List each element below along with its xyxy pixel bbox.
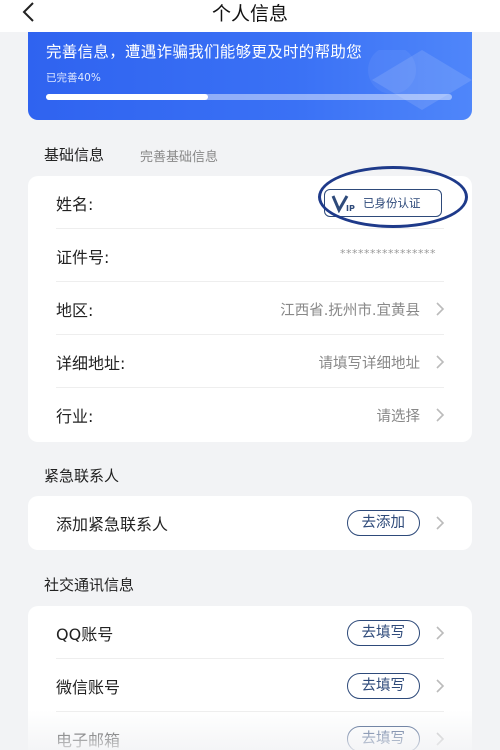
emergency-card: 添加紧急联系人 去添加 bbox=[28, 496, 472, 550]
fill-qq-button[interactable]: 去填写 bbox=[346, 620, 420, 646]
chevron-right-icon[interactable] bbox=[434, 678, 446, 694]
chevron-right-icon[interactable] bbox=[434, 407, 446, 423]
address-input[interactable]: 请填写详细地址 bbox=[319, 352, 421, 373]
id-row: 证件号: **************** bbox=[28, 229, 472, 282]
section-title-basic: 基础信息 bbox=[44, 146, 105, 164]
chevron-right-icon[interactable] bbox=[434, 301, 446, 317]
highlight-annotation bbox=[318, 166, 468, 228]
region-row[interactable]: 地区: 江西省.抚州市.宜黄县 bbox=[28, 282, 472, 335]
email-row[interactable]: 电子邮箱 去填写 bbox=[28, 712, 472, 750]
fill-wechat-button[interactable]: 去填写 bbox=[346, 673, 420, 699]
chevron-right-icon[interactable] bbox=[434, 515, 446, 531]
chevron-right-icon[interactable] bbox=[434, 731, 446, 747]
email-label: 电子邮箱 bbox=[56, 731, 121, 750]
social-card: QQ账号 去填写 微信账号 去填写 电子邮箱 去填写 bbox=[28, 606, 472, 750]
progress-bar bbox=[46, 94, 452, 100]
emergency-label: 添加紧急联系人 bbox=[56, 515, 169, 534]
progress-label: 已完善40% bbox=[46, 72, 101, 84]
chevron-right-icon[interactable] bbox=[434, 354, 446, 370]
wechat-row[interactable]: 微信账号 去填写 bbox=[28, 659, 472, 712]
wechat-label: 微信账号 bbox=[56, 678, 121, 697]
emergency-row[interactable]: 添加紧急联系人 去添加 bbox=[28, 496, 472, 549]
address-label: 详细地址: bbox=[56, 354, 126, 373]
section-subtitle-basic: 完善基础信息 bbox=[140, 150, 219, 165]
qq-row[interactable]: QQ账号 去填写 bbox=[28, 606, 472, 659]
industry-label: 行业: bbox=[56, 407, 94, 426]
fill-email-button[interactable]: 去填写 bbox=[346, 726, 420, 750]
progress-fill bbox=[46, 94, 209, 100]
page-title: 个人信息 bbox=[211, 3, 288, 25]
industry-row[interactable]: 行业: 请选择 bbox=[28, 388, 472, 441]
id-label: 证件号: bbox=[56, 248, 110, 267]
name-label: 姓名: bbox=[56, 195, 94, 214]
industry-select[interactable]: 请选择 bbox=[377, 405, 421, 426]
top-bar: 个人信息 bbox=[0, 0, 500, 32]
region-label: 地区: bbox=[56, 301, 94, 320]
completion-banner: 完善信息，遭遇诈骗我们能够更及时的帮助您 已完善40% bbox=[28, 32, 472, 120]
id-value: **************** bbox=[340, 247, 436, 260]
section-title-emergency: 紧急联系人 bbox=[44, 467, 120, 485]
banner-message: 完善信息，遭遇诈骗我们能够更及时的帮助您 bbox=[46, 43, 363, 61]
add-emergency-contact-button[interactable]: 去添加 bbox=[346, 510, 420, 536]
section-title-social: 社交通讯信息 bbox=[44, 576, 135, 594]
address-row[interactable]: 详细地址: 请填写详细地址 bbox=[28, 335, 472, 388]
decorative-shape-icon bbox=[368, 50, 472, 110]
qq-label: QQ账号 bbox=[56, 625, 114, 644]
region-value[interactable]: 江西省.抚州市.宜黄县 bbox=[280, 299, 420, 320]
chevron-right-icon[interactable] bbox=[434, 625, 446, 641]
